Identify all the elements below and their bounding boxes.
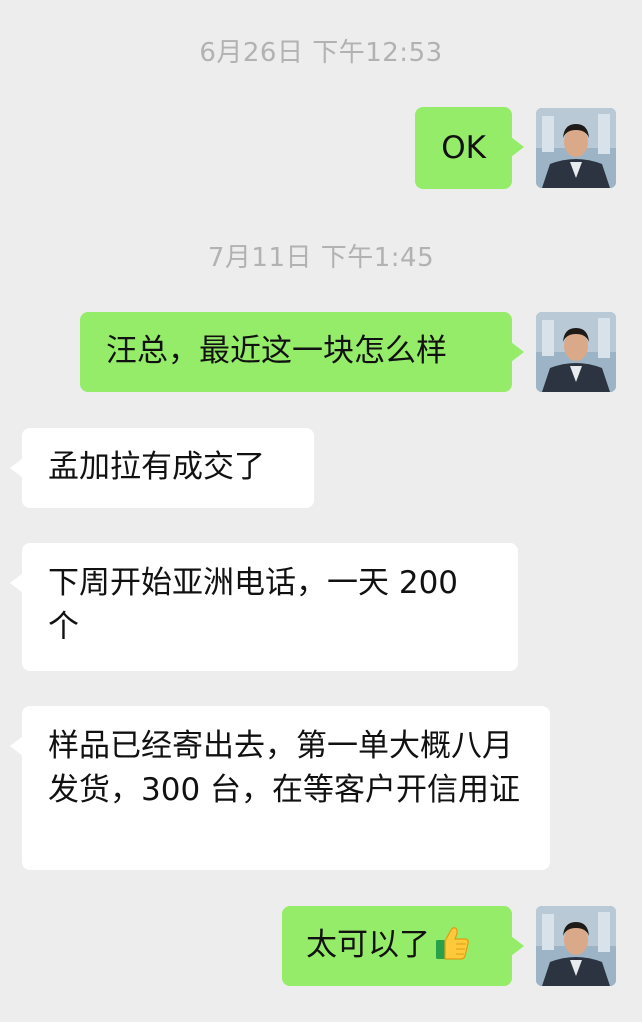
avatar-image xyxy=(536,312,616,392)
avatar[interactable] xyxy=(536,906,616,986)
incoming-message-bubble[interactable]: 样品已经寄出去，第一单大概八月发货，300 台，在等客户开信用证 xyxy=(10,706,550,870)
message-text: OK xyxy=(441,130,486,166)
avatar-image xyxy=(536,108,616,188)
message-text: 太可以了 xyxy=(306,927,430,963)
thumbs-up-icon xyxy=(434,925,470,973)
avatar[interactable] xyxy=(536,312,616,392)
avatar[interactable] xyxy=(536,108,616,188)
message-text: 下周开始亚洲电话，一天 200 个 xyxy=(48,565,459,645)
incoming-message-bubble[interactable]: 孟加拉有成交了 xyxy=(10,428,314,508)
message-text: 样品已经寄出去，第一单大概八月发货，300 台，在等客户开信用证 xyxy=(48,728,521,808)
incoming-message-bubble[interactable]: 下周开始亚洲电话，一天 200 个 xyxy=(10,543,518,671)
timestamp: 7月11日 下午1:45 xyxy=(207,243,435,273)
outgoing-message-bubble[interactable]: 太可以了 xyxy=(282,906,524,986)
outgoing-message-bubble[interactable]: 汪总，最近这一块怎么样 xyxy=(80,312,524,392)
outgoing-message-bubble[interactable]: OK xyxy=(415,107,524,189)
timestamp: 6月26日 下午12:53 xyxy=(199,38,443,68)
message-text: 孟加拉有成交了 xyxy=(48,449,265,485)
avatar-image xyxy=(536,906,616,986)
message-text: 汪总，最近这一块怎么样 xyxy=(106,333,447,369)
